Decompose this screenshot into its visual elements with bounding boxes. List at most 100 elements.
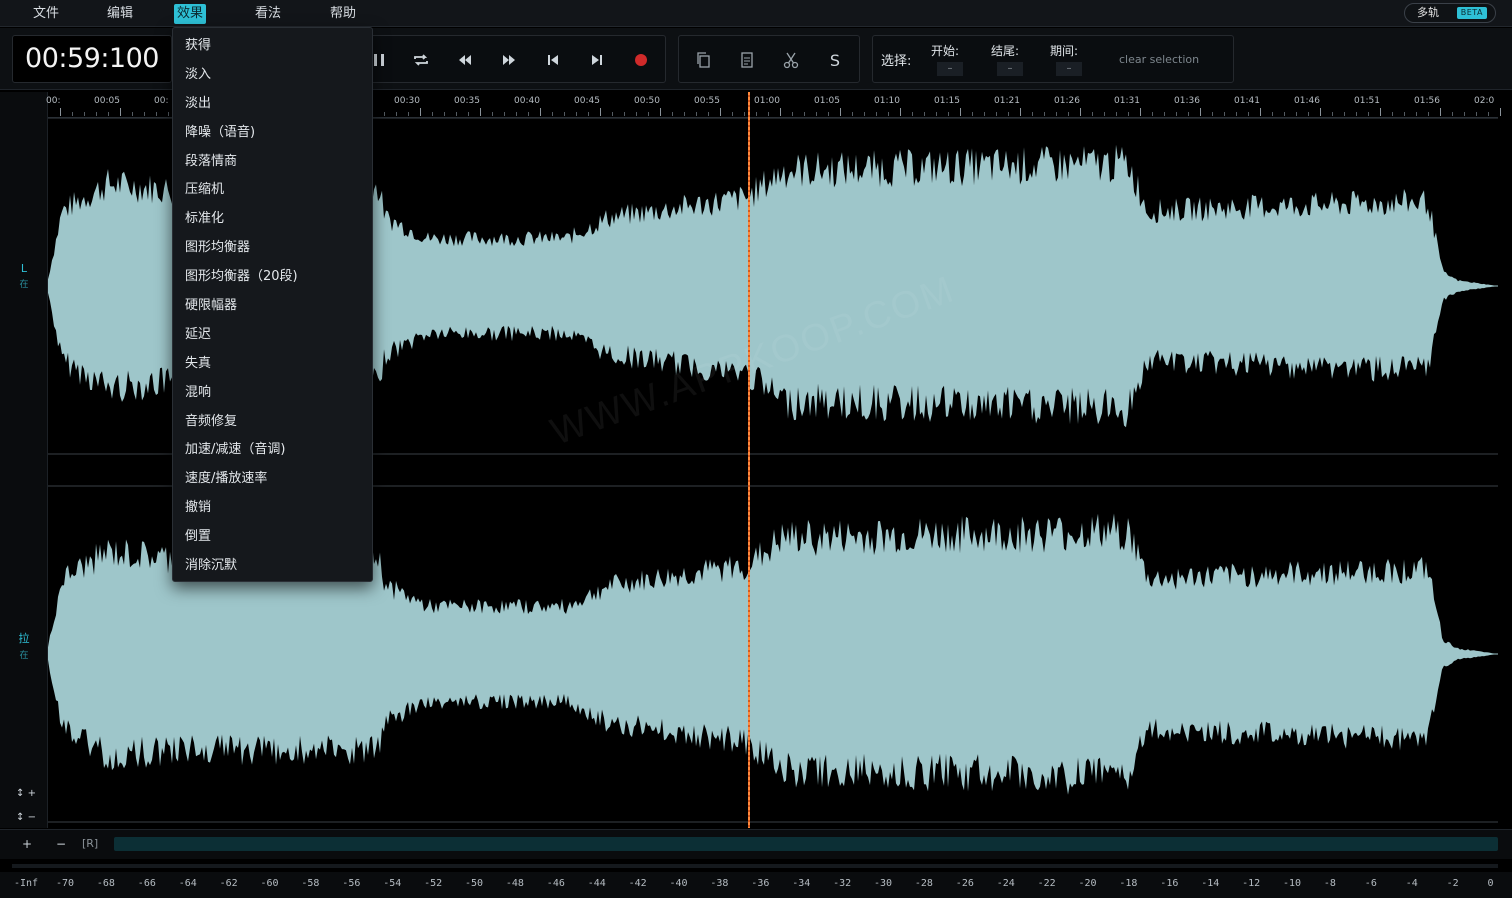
clear-selection-button[interactable]: clear selection xyxy=(1119,53,1199,66)
meter-label: -56 xyxy=(342,878,361,889)
ruler-minor-tick xyxy=(576,112,577,116)
skip-start-button[interactable] xyxy=(541,48,565,72)
ruler-minor-tick xyxy=(1032,112,1033,116)
ruler-major-tick xyxy=(960,108,961,116)
meter-label: -66 xyxy=(137,878,156,889)
ruler-minor-tick xyxy=(1356,112,1357,116)
skip-end-button[interactable] xyxy=(585,48,609,72)
zoom-in-button[interactable]: + xyxy=(22,837,32,851)
meter-label: -24 xyxy=(996,878,1015,889)
effects-menu-item[interactable]: 撤销 xyxy=(173,494,372,523)
effects-menu-item[interactable]: 消除沉默 xyxy=(173,552,372,581)
ruler-minor-tick xyxy=(1068,112,1069,116)
record-button[interactable] xyxy=(629,48,653,72)
zoom-region-button[interactable]: [R] xyxy=(82,837,98,850)
ruler-minor-tick xyxy=(624,112,625,116)
zoom-out-vertical-button[interactable]: ↕ − xyxy=(12,810,40,826)
effects-menu-item[interactable]: 硬限幅器 xyxy=(173,292,372,321)
menu-file[interactable]: 文件 xyxy=(30,4,62,24)
ruler-minor-tick xyxy=(756,112,757,116)
ruler-minor-tick xyxy=(1248,112,1249,116)
ruler-minor-tick xyxy=(1488,112,1489,116)
meter-label: -30 xyxy=(874,878,893,889)
skip-end-icon xyxy=(592,55,602,65)
cut-button[interactable] xyxy=(779,48,803,72)
ruler-label: 01:26 xyxy=(1054,96,1080,106)
ruler-minor-tick xyxy=(1008,112,1009,116)
ruler-label: 01:05 xyxy=(814,96,840,106)
meter-label: -Inf xyxy=(14,878,39,889)
ruler-minor-tick xyxy=(1368,112,1369,116)
rewind-button[interactable] xyxy=(453,48,477,72)
duration-field[interactable]: – xyxy=(1056,62,1082,76)
copy-button[interactable] xyxy=(691,48,715,72)
effects-menu-item[interactable]: 混响 xyxy=(173,379,372,408)
fast-forward-button[interactable] xyxy=(497,48,521,72)
effects-menu-item[interactable]: 压缩机 xyxy=(173,176,372,205)
effects-menu-item[interactable]: 音频修复 xyxy=(173,408,372,437)
meter-label: -18 xyxy=(1119,878,1138,889)
ruler-minor-tick xyxy=(996,112,997,116)
multitrack-button[interactable]: 多轨 BETA xyxy=(1404,3,1496,23)
menu-help[interactable]: 帮助 xyxy=(327,4,359,24)
ruler-major-tick xyxy=(600,108,601,116)
playhead[interactable] xyxy=(748,92,750,828)
ruler-minor-tick xyxy=(432,112,433,116)
left-channel-toggle[interactable]: L 在 xyxy=(0,262,48,290)
effects-menu-item[interactable]: 图形均衡器 xyxy=(173,234,372,263)
effects-menu-item[interactable]: 淡出 xyxy=(173,90,372,119)
ruler-major-tick xyxy=(720,108,721,116)
effects-menu-item[interactable]: 获得 xyxy=(173,32,372,61)
paste-button[interactable] xyxy=(735,48,759,72)
effects-menu-item[interactable]: 段落情商 xyxy=(173,148,372,177)
meter-label: -44 xyxy=(587,878,606,889)
ruler-minor-tick xyxy=(132,112,133,116)
ruler-minor-tick xyxy=(504,112,505,116)
ruler-major-tick xyxy=(840,108,841,116)
ruler-minor-tick xyxy=(1152,112,1153,116)
meter-label: -8 xyxy=(1323,878,1336,889)
effects-menu-item[interactable]: 倒置 xyxy=(173,523,372,552)
start-field[interactable]: – xyxy=(937,62,963,76)
silence-button[interactable]: S xyxy=(823,48,847,72)
ruler-minor-tick xyxy=(108,112,109,116)
ruler-minor-tick xyxy=(1212,112,1213,116)
menu-view[interactable]: 看法 xyxy=(252,4,284,24)
ruler-minor-tick xyxy=(684,112,685,116)
ruler-major-tick xyxy=(1200,108,1201,116)
menu-effects[interactable]: 效果 xyxy=(174,4,207,24)
ruler-minor-tick xyxy=(444,112,445,116)
effects-menu-item[interactable]: 加速/减速（音调) xyxy=(173,436,372,465)
ruler-minor-tick xyxy=(612,112,613,116)
menu-edit[interactable]: 编辑 xyxy=(104,4,136,24)
end-field[interactable]: – xyxy=(997,62,1023,76)
ruler-minor-tick xyxy=(708,112,709,116)
zoom-out-button[interactable]: − xyxy=(56,837,66,851)
ruler-minor-tick xyxy=(732,112,733,116)
horizontal-scrollbar[interactable] xyxy=(114,837,1498,851)
meter-label: -60 xyxy=(260,878,279,889)
effects-menu-item[interactable]: 速度/播放速率 xyxy=(173,465,372,494)
ruler-minor-tick xyxy=(156,112,157,116)
effects-menu-item[interactable]: 降噪（语音) xyxy=(173,119,372,148)
record-icon xyxy=(635,54,647,66)
effects-menu-item[interactable]: 标准化 xyxy=(173,205,372,234)
rewind-icon xyxy=(459,55,471,65)
ruler-minor-tick xyxy=(816,112,817,116)
ruler-label: 01:36 xyxy=(1174,96,1200,106)
effects-menu-item[interactable]: 淡入 xyxy=(173,61,372,90)
selection-label: 选择: xyxy=(881,54,912,69)
loop-button[interactable] xyxy=(409,48,433,72)
ruler-minor-tick xyxy=(864,112,865,116)
meter-label: -38 xyxy=(710,878,729,889)
meter-label: -4 xyxy=(1405,878,1418,889)
meter-label: -42 xyxy=(628,878,647,889)
effects-menu-item[interactable]: 延迟 xyxy=(173,321,372,350)
ruler-minor-tick xyxy=(1284,112,1285,116)
effects-menu-item[interactable]: 图形均衡器（20段) xyxy=(173,263,372,292)
effects-menu-item[interactable]: 失真 xyxy=(173,350,372,379)
meter-label: -70 xyxy=(56,878,75,889)
right-channel-toggle[interactable]: 拉 在 xyxy=(0,630,48,661)
skip-start-icon xyxy=(548,55,558,65)
zoom-in-vertical-button[interactable]: ↕ + xyxy=(12,786,40,802)
